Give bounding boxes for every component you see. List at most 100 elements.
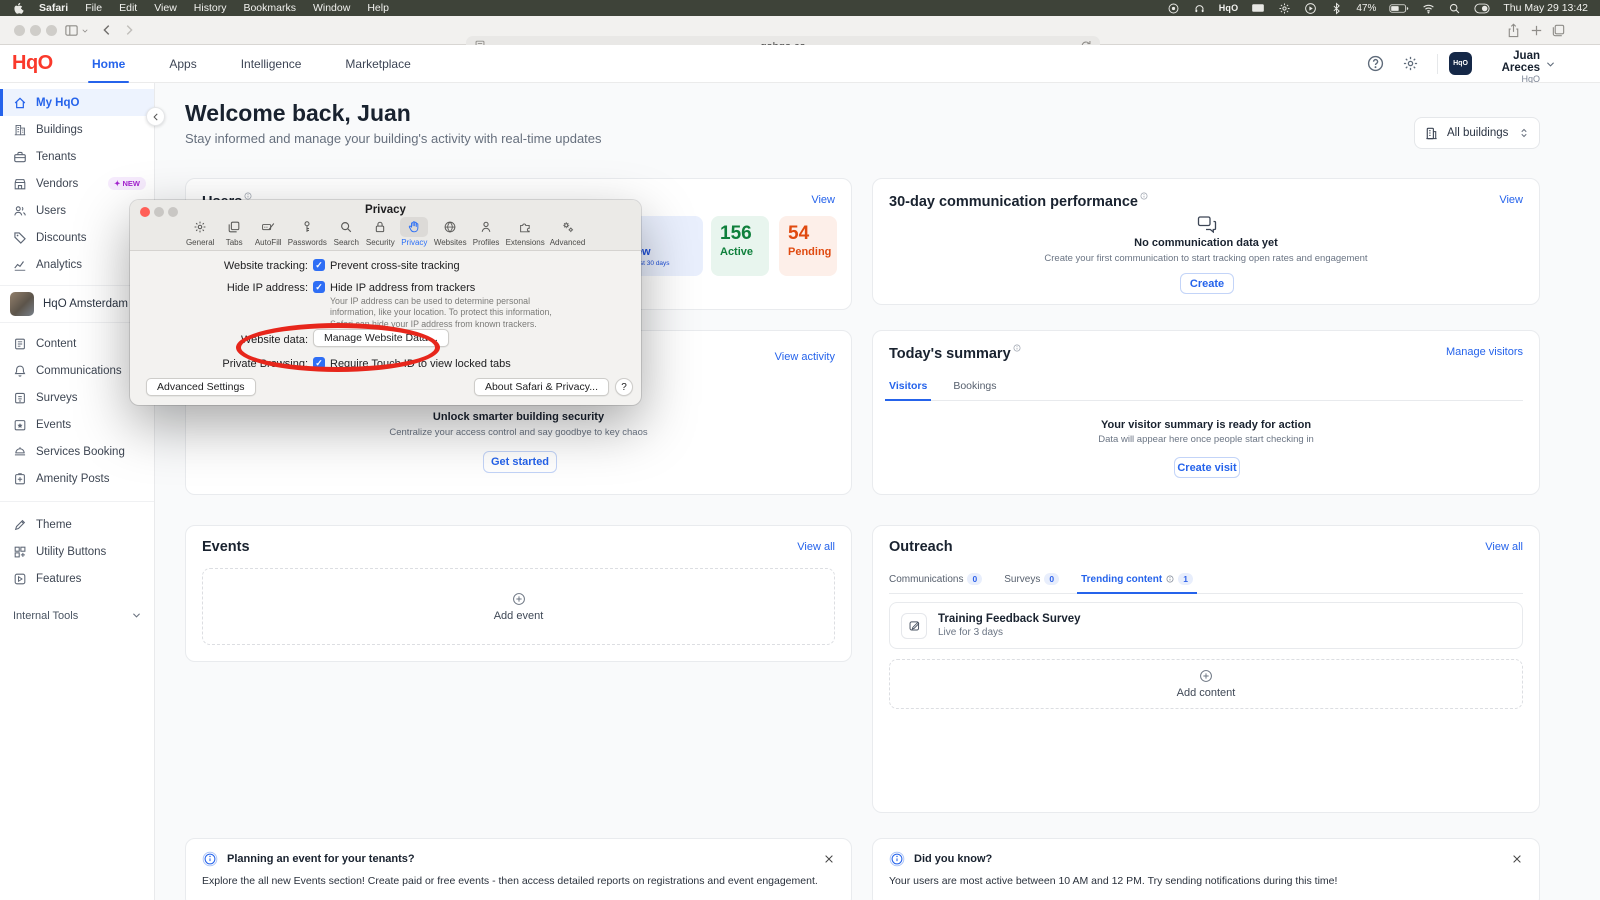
menubar-item-view[interactable]: View (154, 2, 177, 14)
help-icon[interactable] (1367, 55, 1384, 72)
sidebar-item-utility-buttons[interactable]: Utility Buttons (0, 538, 154, 565)
gear-status-icon[interactable] (1278, 2, 1291, 15)
menubar-item-window[interactable]: Window (313, 2, 350, 14)
internal-tools-label: Internal Tools (13, 610, 78, 622)
new-tab-icon[interactable] (1529, 23, 1544, 38)
pref-tab-passwords[interactable]: Passwords (288, 217, 327, 247)
tab-communications[interactable]: Communications 0 (889, 573, 982, 593)
window-minimize-button[interactable] (30, 25, 41, 36)
sidebar-item-tenants[interactable]: Tenants (0, 143, 154, 170)
hqo-logo[interactable]: HqO (12, 52, 53, 75)
users-view-link[interactable]: View (811, 194, 835, 206)
pref-tab-privacy[interactable]: Privacy (400, 217, 429, 247)
pref-tab-advanced[interactable]: Advanced (550, 217, 586, 247)
tab-visitors[interactable]: Visitors (889, 380, 927, 400)
sidebar-item-events[interactable]: Events (0, 411, 154, 438)
user-chevron-down-icon[interactable] (1545, 59, 1556, 70)
menubar-item-history[interactable]: History (194, 2, 227, 14)
sidebar-item-features[interactable]: Features (0, 565, 154, 592)
sidebar-collapse-button[interactable] (146, 107, 165, 126)
info-icon[interactable] (244, 192, 252, 200)
bluetooth-icon[interactable] (1330, 2, 1343, 15)
nav-home[interactable]: Home (70, 45, 147, 83)
control-center-icon[interactable] (1474, 3, 1490, 14)
pref-tab-general[interactable]: General (186, 217, 215, 247)
close-icon[interactable] (823, 853, 835, 865)
play-circle-icon[interactable] (1304, 2, 1317, 15)
nav-marketplace[interactable]: Marketplace (323, 45, 432, 83)
close-icon[interactable] (1511, 853, 1523, 865)
hide-ip-checkbox[interactable]: ✓ (313, 281, 325, 293)
sidebar-item-theme[interactable]: Theme (0, 511, 154, 538)
dialog-help-button[interactable]: ? (615, 378, 633, 396)
menubar-item-edit[interactable]: Edit (119, 2, 137, 14)
advanced-settings-button[interactable]: Advanced Settings (146, 378, 256, 396)
tab-trending-content[interactable]: Trending content 1 (1081, 573, 1193, 593)
user-menu[interactable]: Juan Areces HqO (1476, 50, 1540, 84)
sidebar-internal-tools[interactable]: Internal Tools (0, 602, 154, 629)
comm-view-link[interactable]: View (1499, 194, 1523, 206)
pref-tab-extensions[interactable]: Extensions (506, 217, 545, 247)
trending-content-item[interactable]: Training Feedback Survey Live for 3 days (889, 602, 1523, 649)
pref-tab-autofill[interactable]: AutoFill (254, 217, 283, 247)
screen-record-icon[interactable] (1167, 2, 1180, 15)
sidebar-label: Content (36, 338, 76, 350)
user-avatar[interactable]: HqO (1449, 52, 1472, 75)
info-icon[interactable] (1013, 344, 1021, 352)
create-visit-button[interactable]: Create visit (1174, 457, 1240, 478)
back-button[interactable] (100, 23, 114, 37)
menubar-app-name[interactable]: Safari (39, 2, 68, 14)
pref-tab-security[interactable]: Security (366, 217, 395, 247)
nav-apps[interactable]: Apps (147, 45, 218, 83)
dialog-title: Privacy (130, 204, 641, 216)
wifi-icon[interactable] (1422, 2, 1435, 15)
get-started-button[interactable]: Get started (483, 451, 557, 473)
info-icon[interactable] (1140, 192, 1148, 200)
manage-visitors-link[interactable]: Manage visitors (1446, 346, 1523, 358)
apple-menu-icon[interactable] (12, 2, 25, 15)
menubar-clock[interactable]: Thu May 29 13:42 (1503, 2, 1588, 14)
menubar-item-bookmarks[interactable]: Bookmarks (243, 2, 296, 14)
sidebar-item-buildings[interactable]: Buildings (0, 116, 154, 143)
view-activity-link[interactable]: View activity (775, 351, 835, 363)
forward-button[interactable] (122, 23, 136, 37)
hide-ip-option: Hide IP address from trackers (330, 282, 475, 294)
content-icon (13, 337, 27, 351)
website-tracking-checkbox[interactable]: ✓ (313, 259, 325, 271)
window-zoom-button[interactable] (46, 25, 57, 36)
sidebar-item-my-hqo[interactable]: My HqO (0, 89, 154, 116)
add-event-box[interactable]: Add event (202, 568, 835, 645)
tab-overview-icon[interactable] (1551, 23, 1566, 38)
headset-icon[interactable] (1193, 2, 1206, 15)
comm-empty-title: No communication data yet (873, 237, 1539, 249)
nav-intelligence[interactable]: Intelligence (219, 45, 324, 83)
sidebar-label: Tenants (36, 151, 76, 163)
keyboard-icon[interactable] (1251, 3, 1265, 13)
events-view-all-link[interactable]: View all (797, 541, 835, 553)
sidebar-item-vendors[interactable]: Vendors ✦ NEW (0, 170, 154, 197)
search-icon[interactable] (1448, 2, 1461, 15)
add-content-box[interactable]: Add content (889, 659, 1523, 709)
building-filter-select[interactable]: All buildings (1414, 117, 1540, 149)
pref-tab-search[interactable]: Search (332, 217, 361, 247)
pref-tab-websites[interactable]: Websites (434, 217, 467, 247)
menubar-item-help[interactable]: Help (367, 2, 389, 14)
outreach-view-all-link[interactable]: View all (1485, 541, 1523, 553)
hqo-status-icon[interactable]: HqO (1219, 3, 1239, 13)
sidebar-item-services-booking[interactable]: Services Booking (0, 438, 154, 465)
sidebar-toggle-icon[interactable] (64, 23, 79, 38)
tab-surveys[interactable]: Surveys 0 (1004, 573, 1059, 593)
about-safari-privacy-button[interactable]: About Safari & Privacy... (474, 378, 609, 396)
battery-icon[interactable] (1389, 3, 1409, 14)
tab-bookings[interactable]: Bookings (953, 380, 996, 400)
sidebar-item-amenity-posts[interactable]: Amenity Posts (0, 465, 154, 492)
window-close-button[interactable] (14, 25, 25, 36)
pref-tab-profiles[interactable]: Profiles (472, 217, 501, 247)
edit-note-icon (901, 613, 927, 639)
share-icon[interactable] (1506, 23, 1521, 38)
sidebar-chevron-icon[interactable] (81, 27, 89, 35)
pref-tab-tabs[interactable]: Tabs (220, 217, 249, 247)
create-communication-button[interactable]: Create (1180, 273, 1234, 294)
settings-gear-icon[interactable] (1402, 55, 1419, 72)
menubar-item-file[interactable]: File (85, 2, 102, 14)
